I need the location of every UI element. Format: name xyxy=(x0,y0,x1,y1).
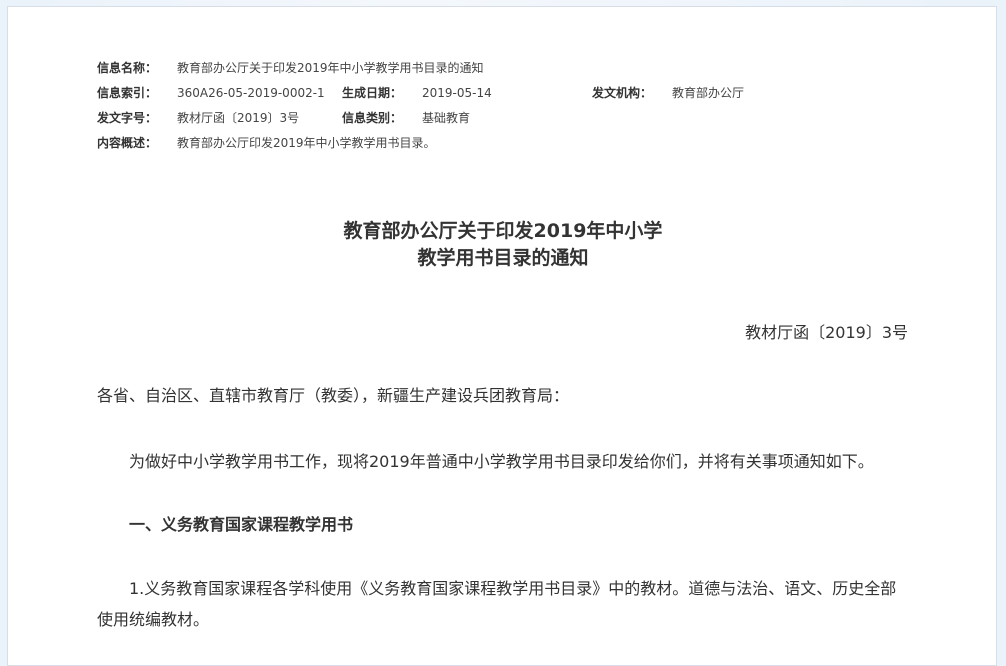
document-title-line2: 教学用书目录的通知 xyxy=(417,247,589,269)
meta-category-value: 基础教育 xyxy=(422,111,471,125)
meta-name-label: 信息名称： xyxy=(97,61,158,75)
salutation: 各省、自治区、直辖市教育厅（教委），新疆生产建设兵团教育局： xyxy=(97,386,570,405)
meta-name-value: 教育部办公厅关于印发2019年中小学教学用书目录的通知 xyxy=(177,61,484,75)
meta-issuer-label: 发文机构： xyxy=(592,86,653,100)
item1-line1: 1.义务教育国家课程各学科使用《义务教育国家课程教学用书目录》中的教材。道德与法… xyxy=(129,579,897,598)
document-number: 教材厅函〔2019〕3号 xyxy=(745,323,908,342)
meta-summary-label: 内容概述： xyxy=(97,136,158,150)
item1-line2: 使用统编教材。 xyxy=(97,610,210,629)
meta-issuer-value: 教育部办公厅 xyxy=(672,86,745,100)
meta-summary-value: 教育部办公厅印发2019年中小学教学用书目录。 xyxy=(177,136,436,150)
meta-docno-label: 发文字号： xyxy=(97,111,158,125)
meta-index-label: 信息索引： xyxy=(97,86,158,100)
intro-paragraph: 为做好中小学教学用书工作，现将2019年普通中小学教学用书目录印发给你们，并将有… xyxy=(129,452,874,471)
meta-category-label: 信息类别： xyxy=(342,111,403,125)
document-title-line1: 教育部办公厅关于印发2019年中小学 xyxy=(343,220,663,242)
section1-heading: 一、义务教育国家课程教学用书 xyxy=(129,515,354,534)
meta-docno-value: 教材厅函〔2019〕3号 xyxy=(177,111,300,125)
meta-date-label: 生成日期： xyxy=(342,86,403,100)
meta-date-value: 2019-05-14 xyxy=(422,86,492,100)
meta-index-value: 360A26-05-2019-0002-1 xyxy=(177,86,325,100)
